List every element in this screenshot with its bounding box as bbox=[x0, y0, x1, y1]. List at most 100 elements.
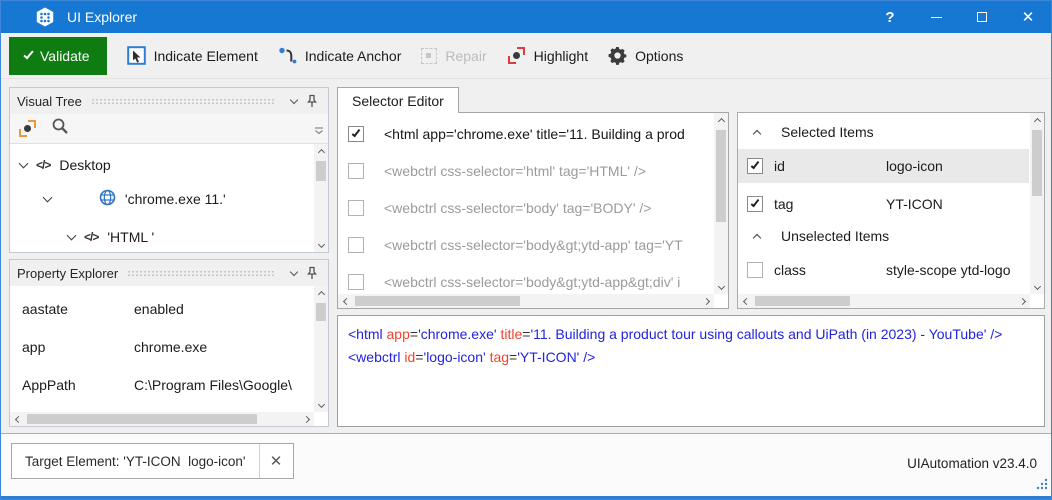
resize-grip[interactable] bbox=[1035, 477, 1048, 495]
scrollbar-thumb[interactable] bbox=[27, 414, 257, 424]
indicate-element-button[interactable]: Indicate Element bbox=[126, 46, 258, 65]
collapse-icon[interactable] bbox=[752, 129, 762, 138]
statusbar: Target Element: 'YT-ICON logo-icon' ✕ UI… bbox=[1, 434, 1051, 496]
expander-icon[interactable] bbox=[42, 192, 53, 203]
tree-vertical-scrollbar[interactable] bbox=[314, 144, 328, 252]
panel-menu-button[interactable] bbox=[285, 264, 303, 282]
selector-row[interactable]: <html app='chrome.exe' title='11. Buildi… bbox=[338, 115, 713, 152]
selector-row[interactable]: <webctrl css-selector='html' tag='HTML' … bbox=[338, 152, 713, 189]
collapse-icon[interactable] bbox=[752, 233, 762, 242]
repair-icon bbox=[421, 47, 438, 64]
code-icon: </> bbox=[36, 158, 51, 172]
window-title: UI Explorer bbox=[67, 9, 138, 25]
property-row[interactable]: AppPath C:\Program Files\Google\ bbox=[10, 368, 314, 402]
visual-tree-title: Visual Tree bbox=[17, 93, 82, 109]
scroll-down-button[interactable] bbox=[714, 280, 728, 294]
scrollbar-thumb[interactable] bbox=[716, 130, 726, 222]
scroll-up-button[interactable] bbox=[314, 144, 328, 158]
attribute-row-class[interactable]: class style-scope ytd-logo bbox=[738, 253, 1029, 287]
panel-grip[interactable] bbox=[127, 270, 276, 277]
property-explorer-panel: Property Explorer aastate enabled app ch… bbox=[9, 259, 329, 427]
selector-xml-editor[interactable]: <html app='chrome.exe' title='11. Buildi… bbox=[337, 315, 1045, 427]
tree-node-chrome[interactable]: 'chrome.exe 11.' bbox=[42, 184, 226, 214]
expander-icon[interactable] bbox=[66, 230, 77, 241]
property-row[interactable]: app chrome.exe bbox=[10, 330, 314, 364]
scroll-down-button[interactable] bbox=[314, 238, 328, 252]
scrollbar-thumb[interactable] bbox=[316, 161, 326, 181]
code-icon: </> bbox=[84, 230, 99, 244]
panel-grip[interactable] bbox=[90, 98, 276, 105]
property-vertical-scrollbar[interactable] bbox=[314, 286, 328, 412]
selected-items-header[interactable]: Selected Items bbox=[738, 117, 1029, 147]
close-button[interactable]: ✕ bbox=[1005, 1, 1051, 33]
validate-button[interactable]: Validate bbox=[9, 36, 107, 75]
toolbar-overflow-button[interactable] bbox=[314, 123, 324, 141]
scroll-left-button[interactable] bbox=[10, 412, 24, 426]
attributes-panel: Selected Items id logo-icon tag YT-ICON … bbox=[737, 112, 1045, 309]
scroll-left-button[interactable] bbox=[338, 294, 352, 308]
app-logo-icon bbox=[34, 6, 56, 28]
attributes-horizontal-scrollbar[interactable] bbox=[738, 294, 1030, 308]
highlight-button[interactable]: Highlight bbox=[507, 46, 588, 65]
visual-tree-header[interactable]: Visual Tree bbox=[10, 88, 328, 114]
search-icon bbox=[52, 118, 68, 134]
scrollbar-thumb[interactable] bbox=[355, 296, 520, 306]
scroll-down-button[interactable] bbox=[1030, 280, 1044, 294]
selector-horizontal-scrollbar[interactable] bbox=[338, 294, 714, 308]
chevron-down-icon bbox=[289, 267, 299, 276]
help-button[interactable]: ? bbox=[867, 1, 913, 33]
globe-icon bbox=[60, 173, 116, 225]
tree-node-html[interactable]: </> 'HTML ' bbox=[66, 222, 154, 252]
checkbox-unchecked[interactable] bbox=[348, 199, 364, 216]
scroll-up-button[interactable] bbox=[314, 286, 328, 300]
checkbox-checked[interactable] bbox=[348, 125, 364, 142]
attribute-row-id[interactable]: id logo-icon bbox=[738, 149, 1029, 183]
tree-search-button[interactable] bbox=[51, 117, 70, 141]
property-horizontal-scrollbar[interactable] bbox=[10, 412, 314, 426]
selector-row[interactable]: <webctrl css-selector='body' tag='BODY' … bbox=[338, 189, 713, 226]
scroll-left-button[interactable] bbox=[738, 294, 752, 308]
minimize-button[interactable] bbox=[913, 1, 959, 33]
checkbox-unchecked[interactable] bbox=[348, 162, 364, 179]
scrollbar-thumb[interactable] bbox=[316, 303, 326, 321]
visual-tree-panel: Visual Tree </> Desktop 'chrome.exe 11.'… bbox=[9, 87, 329, 253]
maximize-button[interactable] bbox=[959, 1, 1005, 33]
scroll-right-button[interactable] bbox=[1016, 294, 1030, 308]
indicate-in-tree-button[interactable] bbox=[18, 119, 37, 138]
clear-target-button[interactable]: ✕ bbox=[258, 444, 293, 478]
checkbox-unchecked[interactable] bbox=[747, 262, 763, 278]
scrollbar-thumb[interactable] bbox=[755, 296, 850, 306]
selector-row[interactable]: <webctrl css-selector='body&gt;ytd-app' … bbox=[338, 226, 713, 263]
scroll-up-button[interactable] bbox=[1030, 113, 1044, 127]
scroll-right-button[interactable] bbox=[300, 412, 314, 426]
property-explorer-title: Property Explorer bbox=[17, 265, 119, 281]
maximize-icon bbox=[977, 12, 987, 22]
repair-button[interactable]: Repair bbox=[421, 47, 487, 64]
attribute-row-tag[interactable]: tag YT-ICON bbox=[738, 187, 1029, 221]
unselected-items-header[interactable]: Unselected Items bbox=[738, 221, 1029, 251]
minimize-icon bbox=[930, 16, 942, 18]
checkbox-checked[interactable] bbox=[747, 196, 763, 212]
checkmark-icon bbox=[23, 48, 34, 60]
scroll-down-button[interactable] bbox=[314, 398, 328, 412]
tab-selector-editor[interactable]: Selector Editor bbox=[337, 87, 459, 113]
selector-vertical-scrollbar[interactable] bbox=[714, 113, 728, 294]
checkbox-unchecked[interactable] bbox=[348, 273, 364, 290]
pin-button[interactable] bbox=[303, 92, 321, 110]
expander-icon[interactable] bbox=[18, 158, 29, 169]
scroll-up-button[interactable] bbox=[714, 113, 728, 127]
property-explorer-header[interactable]: Property Explorer bbox=[10, 260, 328, 286]
scroll-right-button[interactable] bbox=[700, 294, 714, 308]
pin-icon bbox=[307, 94, 317, 107]
checkbox-checked[interactable] bbox=[747, 158, 763, 174]
options-button[interactable]: Options bbox=[608, 46, 683, 65]
highlight-icon bbox=[507, 46, 526, 65]
attributes-vertical-scrollbar[interactable] bbox=[1030, 113, 1044, 294]
pin-button[interactable] bbox=[303, 264, 321, 282]
checkbox-unchecked[interactable] bbox=[348, 236, 364, 253]
indicate-element-icon bbox=[126, 46, 146, 65]
indicate-anchor-button[interactable]: Indicate Anchor bbox=[278, 46, 401, 65]
panel-menu-button[interactable] bbox=[285, 92, 303, 110]
scrollbar-thumb[interactable] bbox=[1032, 130, 1042, 196]
property-row[interactable]: aastate enabled bbox=[10, 292, 314, 326]
